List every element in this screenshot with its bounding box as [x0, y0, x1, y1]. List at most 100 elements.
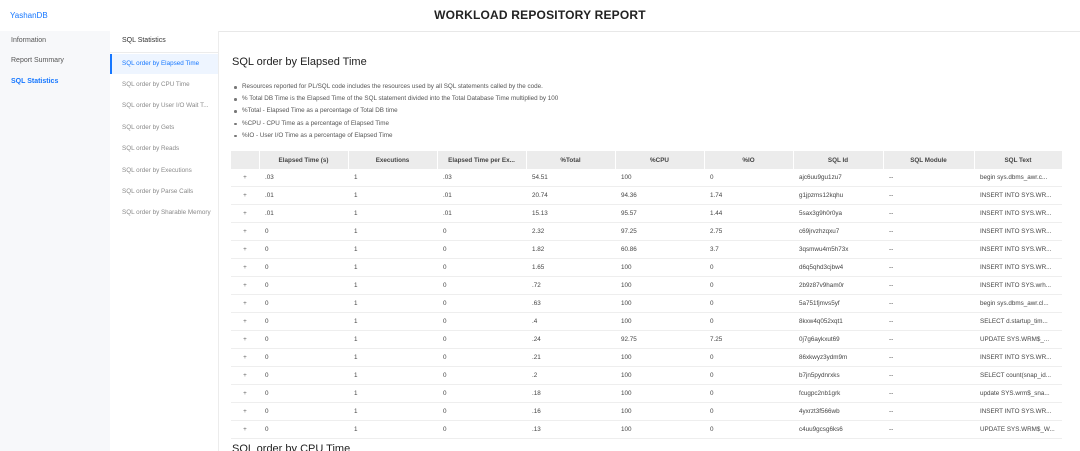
sql-module-cell: --	[883, 348, 974, 367]
sql-module-cell: --	[883, 276, 974, 295]
elapsed-per-exec-cell: 0	[437, 276, 526, 295]
io-pct-cell: 0	[704, 384, 793, 403]
main-content[interactable]: SQL order by Elapsed Time Resources repo…	[219, 31, 1080, 451]
table-row[interactable]: +0 1 0.18 100 0 fcugpc2nb1grk -- update SYS.wrm…	[231, 384, 1062, 403]
table-row[interactable]: + .01 1.01 15.13 95.57 1.44 5sax3g9h0r0ya -- INS…	[231, 204, 1062, 223]
cpu-pct-cell: 100	[615, 276, 704, 295]
table-row[interactable]: +0 1 0.4 100 0 8kxw4q052xqt1 -- SELECT d.startu…	[231, 312, 1062, 331]
table-row[interactable]: + .01 1.01 20.74 94.36 1.74 g1jpzms12kqhu -- INS…	[231, 186, 1062, 205]
expand-row-button[interactable]: +	[231, 402, 259, 421]
io-pct-cell: 1.74	[704, 186, 793, 205]
table-row[interactable]: +0 1 0.2 100 0 b7jn5pydnrxks -- SELECT count(sn…	[231, 366, 1062, 385]
expand-row-button[interactable]: +	[231, 240, 259, 259]
elapsed-per-exec-cell: 0	[437, 258, 526, 277]
expand-row-button[interactable]: +	[231, 258, 259, 277]
table-row[interactable]: + .03 1.03 54.51 100 0 ajc6uu9gu1zu7 -- begin sy…	[231, 169, 1062, 187]
column-header-io-pct[interactable]: %IO	[704, 151, 794, 169]
expand-row-button[interactable]: +	[231, 312, 259, 331]
column-header-sql-text[interactable]: SQL Text	[974, 151, 1063, 169]
sidebar-item-sql-statistics[interactable]: SQL Statistics	[0, 72, 110, 92]
column-header-elapsed-time[interactable]: Elapsed Time (s)	[259, 151, 349, 169]
elapsed-per-exec-cell: 0	[437, 240, 526, 259]
elapsed-time-cell: 0	[259, 240, 348, 259]
expand-row-button[interactable]: +	[231, 169, 259, 187]
sidebar-item-information[interactable]: Information	[0, 31, 110, 51]
column-header-executions[interactable]: Executions	[348, 151, 438, 169]
table-row[interactable]: +0 1 0.72 100 0 2b9z87v9ham0r -- INSERT INTO SY…	[231, 276, 1062, 295]
sql-module-cell: --	[883, 294, 974, 313]
subnav-item-reads[interactable]: SQL order by Reads	[110, 139, 218, 159]
executions-cell: 1	[348, 348, 437, 367]
sql-text-cell: UPDATE SYS.WRM$_...	[974, 330, 1062, 349]
elapsed-per-exec-cell: 0	[437, 366, 526, 385]
sql-text-cell: update SYS.wrm$_sna...	[974, 384, 1062, 403]
sql-module-cell: --	[883, 222, 974, 241]
executions-cell: 1	[348, 402, 437, 421]
elapsed-per-exec-cell: 0	[437, 348, 526, 367]
sql-module-cell: --	[883, 366, 974, 385]
subnav-title: SQL Statistics	[122, 37, 166, 44]
sql-text-cell: INSERT INTO SYS.WR...	[974, 186, 1062, 205]
table-row[interactable]: +0 1 0.16 100 0 4yxrzt3f566wb -- INSERT INTO SY…	[231, 402, 1062, 421]
expand-row-button[interactable]: +	[231, 294, 259, 313]
total-pct-cell: .21	[526, 348, 615, 367]
cpu-pct-cell: 100	[615, 258, 704, 277]
cpu-pct-cell: 100	[615, 169, 704, 187]
subnav-item-cpu-time[interactable]: SQL order by CPU Time	[110, 75, 218, 95]
expand-row-button[interactable]: +	[231, 366, 259, 385]
subnav-item-user-io-wait[interactable]: SQL order by User I/O Wait T...	[110, 96, 218, 116]
table-row[interactable]: +0 1 0.24 92.75 7.25 0j7g6aykxut69 -- UPDATE SY…	[231, 330, 1062, 349]
table-row[interactable]: +0 1 0 1.65 100 0 d6q5qhd3cjbw4 -- INSERT INTO S…	[231, 258, 1062, 277]
subnav-item-elapsed-time[interactable]: SQL order by Elapsed Time	[110, 54, 218, 74]
column-header-cpu-pct[interactable]: %CPU	[615, 151, 705, 169]
executions-cell: 1	[348, 222, 437, 241]
expand-row-button[interactable]: +	[231, 186, 259, 205]
table-row[interactable]: +0 1 0.21 100 0 86xkwyz3ydm9m -- INSERT INTO SY…	[231, 348, 1062, 367]
total-pct-cell: 20.74	[526, 186, 615, 205]
elapsed-per-exec-cell: .03	[437, 169, 526, 187]
total-pct-cell: .63	[526, 294, 615, 313]
executions-cell: 1	[348, 240, 437, 259]
elapsed-per-exec-cell: 0	[437, 312, 526, 331]
table-row[interactable]: +0 1 0.13 100 0 c4uu9gcsg6ks6 -- UPDATE SYS.WRM…	[231, 420, 1062, 439]
column-header-total-pct[interactable]: %Total	[526, 151, 616, 169]
sql-module-cell: --	[883, 204, 974, 223]
sql-id-cell: ajc6uu9gu1zu7	[793, 169, 883, 187]
subnav-item-executions[interactable]: SQL order by Executions	[110, 161, 218, 181]
sql-id-cell: 3qsmwu4m5h73x	[793, 240, 883, 259]
expand-row-button[interactable]: +	[231, 276, 259, 295]
subnav-item-sharable-memory[interactable]: SQL order by Sharable Memory	[110, 203, 218, 223]
elapsed-time-cell: 0	[259, 258, 348, 277]
subnav-item-gets[interactable]: SQL order by Gets	[110, 118, 218, 138]
total-pct-cell: .16	[526, 402, 615, 421]
section-title: SQL order by Elapsed Time	[232, 56, 367, 68]
elapsed-per-exec-cell: 0	[437, 330, 526, 349]
cpu-pct-cell: 95.57	[615, 204, 704, 223]
table-row[interactable]: +0 1 0.63 100 0 5a751fjmvs5yf -- begin sys.dbms…	[231, 294, 1062, 313]
expand-row-button[interactable]: +	[231, 420, 259, 439]
column-header-sql-id[interactable]: SQL Id	[793, 151, 884, 169]
cpu-pct-cell: 92.75	[615, 330, 704, 349]
total-pct-cell: .18	[526, 384, 615, 403]
table-row[interactable]: +0 1 0 2.32 97.25 2.75 c69jrvzhzqxu7 -- INSERT I…	[231, 222, 1062, 241]
sql-module-cell: --	[883, 384, 974, 403]
expand-row-button[interactable]: +	[231, 348, 259, 367]
notes-list: Resources reported for PL/SQL code inclu…	[232, 81, 558, 142]
table-row[interactable]: +0 1 0 1.82 60.86 3.7 3qsmwu4m5h73x -- INSERT IN…	[231, 240, 1062, 259]
elapsed-per-exec-cell: 0	[437, 420, 526, 439]
expand-row-button[interactable]: +	[231, 330, 259, 349]
subnav-item-parse-calls[interactable]: SQL order by Parse Calls	[110, 182, 218, 202]
column-header-elapsed-per-exec[interactable]: Elapsed Time per Ex...	[437, 151, 527, 169]
executions-cell: 1	[348, 330, 437, 349]
sql-statistics-subnav: SQL Statistics SQL order by Elapsed Time…	[110, 31, 219, 451]
note-item: %Total - Elapsed Time as a percentage of…	[232, 105, 558, 117]
executions-cell: 1	[348, 294, 437, 313]
expand-row-button[interactable]: +	[231, 222, 259, 241]
sql-module-cell: --	[883, 258, 974, 277]
expand-row-button[interactable]: +	[231, 204, 259, 223]
sidebar-item-report-summary[interactable]: Report Summary	[0, 51, 110, 71]
sql-id-cell: 2b9z87v9ham0r	[793, 276, 883, 295]
sql-id-cell: c4uu9gcsg6ks6	[793, 420, 883, 439]
expand-row-button[interactable]: +	[231, 384, 259, 403]
column-header-sql-module[interactable]: SQL Module	[883, 151, 975, 169]
